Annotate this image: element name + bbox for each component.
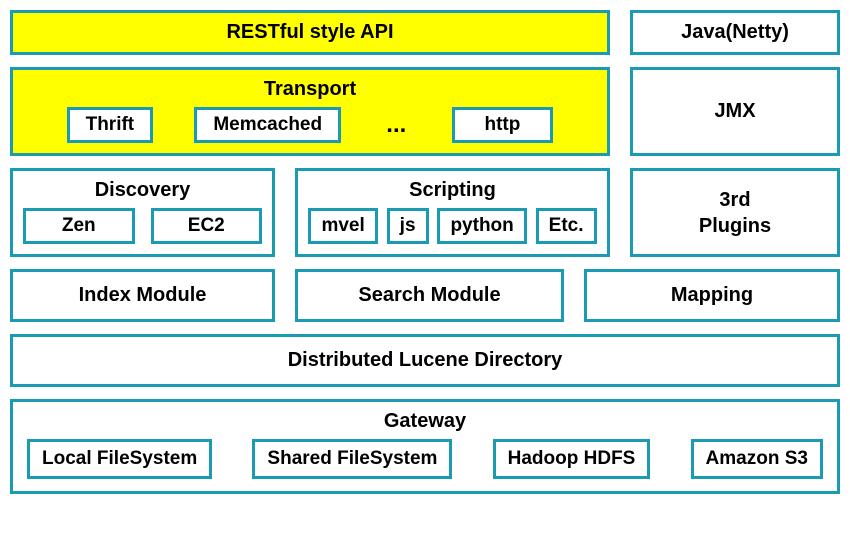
gateway-items: Local FileSystem Shared FileSystem Hadoo… bbox=[27, 439, 823, 479]
scripting-box: Scripting mvel js python Etc. bbox=[295, 168, 610, 257]
java-netty-box: Java(Netty) bbox=[630, 10, 840, 55]
row-api: RESTful style API Java(Netty) bbox=[10, 10, 840, 55]
scripting-python: python bbox=[437, 208, 526, 244]
transport-items: Thrift Memcached ... http bbox=[53, 107, 567, 143]
scripting-mvel: mvel bbox=[308, 208, 377, 244]
jmx-box: JMX bbox=[630, 67, 840, 156]
transport-memcached: Memcached bbox=[194, 107, 341, 143]
scripting-js: js bbox=[387, 208, 429, 244]
lucene-box: Distributed Lucene Directory bbox=[10, 334, 840, 387]
index-module-box: Index Module bbox=[10, 269, 275, 322]
row-gateway: Gateway Local FileSystem Shared FileSyst… bbox=[10, 399, 840, 494]
transport-thrift: Thrift bbox=[67, 107, 154, 143]
plugins-label: 3rd Plugins bbox=[699, 187, 771, 239]
discovery-title: Discovery bbox=[95, 179, 191, 202]
java-netty-label: Java(Netty) bbox=[681, 21, 789, 44]
scripting-etc: Etc. bbox=[536, 208, 597, 244]
discovery-ec2: EC2 bbox=[151, 208, 263, 244]
transport-title: Transport bbox=[264, 78, 356, 101]
gateway-title: Gateway bbox=[384, 410, 466, 433]
plugins-box: 3rd Plugins bbox=[630, 168, 840, 257]
scripting-items: mvel js python Etc. bbox=[308, 208, 597, 244]
transport-http: http bbox=[452, 107, 554, 143]
restful-api-label: RESTful style API bbox=[226, 21, 393, 44]
gateway-s3: Amazon S3 bbox=[691, 439, 823, 479]
discovery-box: Discovery Zen EC2 bbox=[10, 168, 275, 257]
scripting-title: Scripting bbox=[409, 179, 496, 202]
search-module-box: Search Module bbox=[295, 269, 564, 322]
row-modules: Index Module Search Module Mapping bbox=[10, 269, 840, 322]
lucene-label: Distributed Lucene Directory bbox=[288, 349, 563, 372]
discovery-zen: Zen bbox=[23, 208, 135, 244]
transport-ellipsis: ... bbox=[382, 111, 410, 139]
gateway-hadoop: Hadoop HDFS bbox=[493, 439, 651, 479]
index-module-label: Index Module bbox=[79, 284, 207, 307]
gateway-local-fs: Local FileSystem bbox=[27, 439, 212, 479]
gateway-shared-fs: Shared FileSystem bbox=[252, 439, 452, 479]
transport-box: Transport Thrift Memcached ... http bbox=[10, 67, 610, 156]
restful-api-box: RESTful style API bbox=[10, 10, 610, 55]
mapping-label: Mapping bbox=[671, 284, 753, 307]
architecture-diagram: RESTful style API Java(Netty) Transport … bbox=[10, 10, 840, 494]
row-transport: Transport Thrift Memcached ... http JMX bbox=[10, 67, 840, 156]
discovery-items: Zen EC2 bbox=[23, 208, 262, 244]
row-lucene: Distributed Lucene Directory bbox=[10, 334, 840, 387]
jmx-label: JMX bbox=[714, 100, 755, 123]
row-discovery-scripting: Discovery Zen EC2 Scripting mvel js pyth… bbox=[10, 168, 840, 257]
search-module-label: Search Module bbox=[358, 284, 500, 307]
mapping-box: Mapping bbox=[584, 269, 840, 322]
gateway-box: Gateway Local FileSystem Shared FileSyst… bbox=[10, 399, 840, 494]
